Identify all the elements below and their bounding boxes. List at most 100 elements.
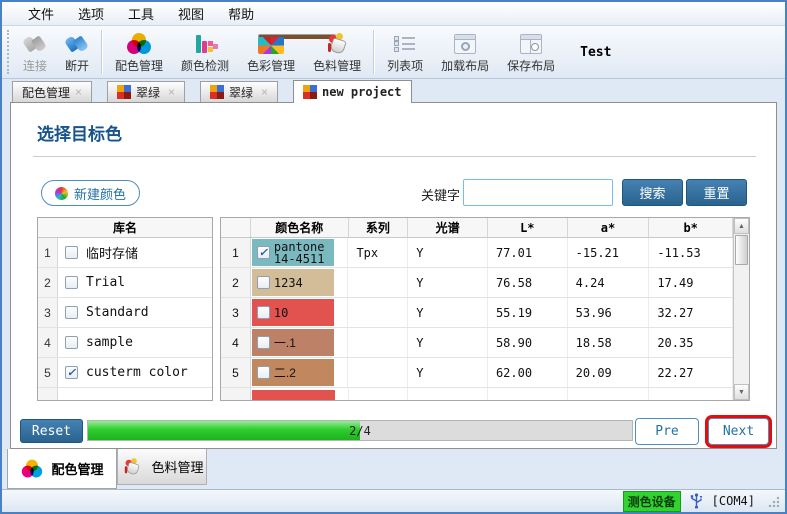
color-checkbox[interactable]: ✓ (257, 246, 270, 259)
device-status-badge: 测色设备 (623, 491, 681, 512)
next-button[interactable]: Next (708, 418, 769, 445)
toolbar-grip (7, 30, 12, 74)
library-row[interactable]: 3 Standard (38, 298, 212, 328)
new-color-button[interactable]: 新建颜色 (41, 180, 140, 206)
usb-icon (689, 493, 704, 509)
color-row[interactable]: 4 一.1 Y 58.90 18.58 20.35 (221, 328, 733, 358)
save-layout-icon (520, 30, 542, 57)
progress-label: 2/4 (88, 421, 632, 440)
color-swatch: 二.2 (252, 359, 335, 386)
tab-emerald-2[interactable]: 翠绿 × (200, 81, 278, 102)
document-tab-strip: 配色管理 × 翠绿 × 翠绿 × new project (2, 79, 785, 102)
color-checkbox[interactable] (257, 366, 270, 379)
library-checkbox[interactable]: ✓ (65, 366, 78, 379)
color-swatch: 1234 (252, 269, 335, 296)
color-row-partial (221, 388, 733, 400)
keyword-input[interactable] (463, 179, 613, 206)
tab-emerald-1[interactable]: 翠绿 × (107, 81, 185, 102)
color-wheel-icon (127, 30, 151, 57)
library-checkbox[interactable] (65, 306, 78, 319)
tab-color-matching[interactable]: 配色管理 × (12, 81, 92, 102)
divider (33, 156, 756, 157)
menu-tools[interactable]: 工具 (116, 2, 166, 25)
load-layout-icon (454, 30, 476, 57)
disconnect-button[interactable]: 断开 (56, 28, 98, 76)
puzzle-icon (210, 85, 224, 99)
color-detect-icon (193, 30, 217, 57)
tab-new-project[interactable]: new project (293, 80, 411, 103)
puzzle-icon (117, 85, 131, 99)
library-table: 库名 1 临时存储 2 Trial 3 Standard 4 sample (37, 217, 213, 401)
scroll-down-icon[interactable]: ▼ (734, 384, 749, 400)
library-row[interactable]: 4 sample (38, 328, 212, 358)
menu-help[interactable]: 帮助 (216, 2, 266, 25)
keyword-label: 关键字 (421, 185, 460, 204)
library-table-header: 库名 (38, 218, 212, 238)
library-row[interactable]: 2 Trial (38, 268, 212, 298)
page-title: 选择目标色 (37, 120, 122, 145)
color-table: 颜色名称 系列 光谱 L* a* b* 1 ✓ pantone 14-4511 (220, 217, 750, 401)
list-icon (394, 30, 416, 57)
module-tab-bar: 配色管理 色料管理 (2, 449, 785, 489)
color-swatch: 一.1 (252, 329, 335, 356)
color-swatch: 10 (252, 299, 335, 326)
close-icon[interactable]: × (75, 85, 82, 99)
toolbar-separator (373, 30, 375, 74)
color-checkbox[interactable] (257, 306, 270, 319)
paint-bucket-icon (123, 458, 142, 476)
progress-bar: 2/4 (87, 420, 633, 441)
color-row[interactable]: 2 1234 Y 76.58 4.24 17.49 (221, 268, 733, 298)
color-management-button[interactable]: 色彩管理 (238, 28, 304, 76)
library-row[interactable]: 5 ✓ custerm color (38, 358, 212, 388)
test-label: Test (580, 45, 611, 60)
color-row[interactable]: 5 二.2 Y 62.00 20.09 22.27 (221, 358, 733, 388)
status-bar: 测色设备 [COM4] (2, 489, 785, 512)
menu-options[interactable]: 选项 (66, 2, 116, 25)
module-tab-pigment[interactable]: 色料管理 (117, 449, 207, 485)
menu-bar: 文件 选项 工具 视图 帮助 (2, 2, 785, 26)
close-icon[interactable]: × (261, 85, 268, 99)
select-target-color-panel: 选择目标色 新建颜色 关键字 搜索 重置 库名 1 临时存储 2 Trial 3 (10, 102, 777, 449)
close-icon[interactable]: × (168, 85, 175, 99)
color-matching-button[interactable]: 配色管理 (106, 28, 172, 76)
toolbar-separator (101, 30, 103, 74)
new-color-icon (55, 187, 68, 200)
color-detect-button[interactable]: 颜色检测 (172, 28, 238, 76)
list-items-button[interactable]: 列表项 (378, 28, 432, 76)
search-button[interactable]: 搜索 (622, 179, 683, 206)
color-checkbox[interactable] (257, 276, 270, 289)
library-checkbox[interactable] (65, 276, 78, 289)
connect-button[interactable]: 连接 (14, 28, 56, 76)
reset-button[interactable]: Reset (20, 419, 83, 443)
usb-connect-icon (23, 30, 47, 57)
color-swatch: ✓ pantone 14-4511 (252, 239, 335, 266)
usb-disconnect-icon (65, 30, 89, 57)
menu-file[interactable]: 文件 (16, 2, 66, 25)
reset-filter-button[interactable]: 重置 (686, 179, 747, 206)
com-port-label: [COM4] (712, 494, 755, 508)
pre-button[interactable]: Pre (635, 418, 699, 445)
color-swatch (252, 390, 335, 400)
library-checkbox[interactable] (65, 246, 78, 259)
module-tab-color-matching[interactable]: 配色管理 (7, 449, 117, 489)
puzzle-icon (303, 85, 317, 99)
scroll-up-icon[interactable]: ▲ (734, 218, 749, 234)
save-layout-button[interactable]: 保存布局 (498, 28, 564, 76)
color-row[interactable]: 1 ✓ pantone 14-4511 Tpx Y 77.01 -15.21 -… (221, 238, 733, 268)
color-row[interactable]: 3 10 Y 55.19 53.96 32.27 (221, 298, 733, 328)
color-wheel-icon (22, 459, 42, 478)
paint-bucket-icon (325, 30, 349, 57)
scrollbar-thumb[interactable] (735, 235, 748, 265)
toolbar: 连接 断开 配色管理 颜色检测 色彩管理 色料管理 列表项 (2, 26, 785, 79)
vertical-scrollbar[interactable]: ▲ ▼ (733, 218, 749, 400)
library-row-empty (38, 388, 212, 401)
app-window: 文件 选项 工具 视图 帮助 连接 断开 配色管理 颜色检测 色彩管理 (0, 0, 787, 514)
color-checkbox[interactable] (257, 336, 270, 349)
color-folder-icon (258, 30, 284, 57)
library-row[interactable]: 1 临时存储 (38, 238, 212, 268)
load-layout-button[interactable]: 加载布局 (432, 28, 498, 76)
library-checkbox[interactable] (65, 336, 78, 349)
menu-view[interactable]: 视图 (166, 2, 216, 25)
color-table-header: 颜色名称 系列 光谱 L* a* b* (221, 218, 733, 238)
resize-grip-icon[interactable] (767, 495, 779, 507)
